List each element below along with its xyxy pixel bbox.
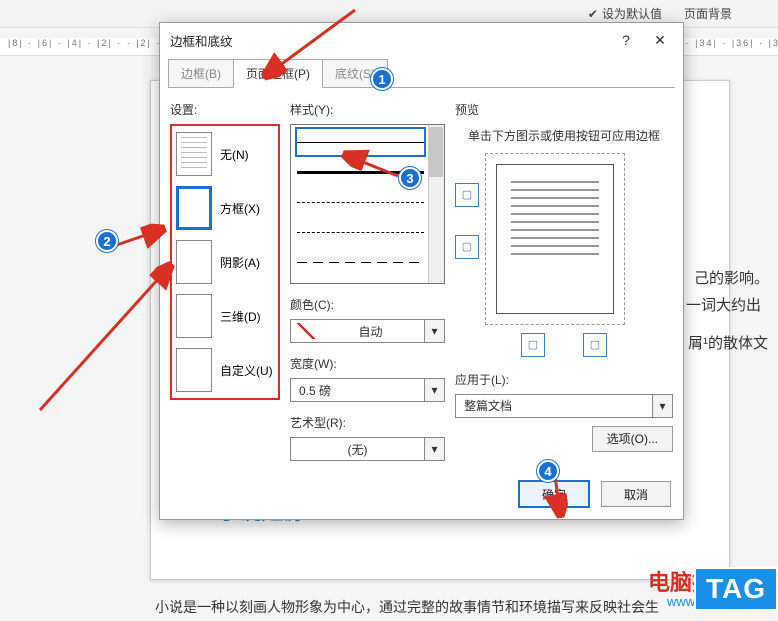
style-listbox[interactable] (290, 124, 445, 284)
apply-to-combo[interactable]: 整篇文档 ▾ (455, 394, 673, 418)
setting-none-thumb (176, 132, 212, 176)
style-label: 样式(Y): (290, 101, 445, 118)
style-option-dashed-fine[interactable] (297, 189, 424, 215)
close-icon: ✕ (654, 32, 666, 49)
ok-button[interactable]: 确定 (519, 481, 589, 507)
preview-bottom-buttons: ▢ ▢ (455, 333, 673, 357)
setting-box[interactable]: 方框(X) (176, 186, 274, 230)
dialog-title: 边框和底纹 (170, 31, 233, 50)
setting-box-thumb (176, 186, 212, 230)
edge-top-button[interactable]: ▢ (455, 183, 479, 207)
setting-none-label: 无(N) (220, 146, 249, 163)
setting-threed-thumb (176, 294, 212, 338)
apply-to-label: 应用于(L): (455, 371, 673, 388)
edge-left-button[interactable]: ▢ (521, 333, 545, 357)
setting-box-label: 方框(X) (220, 200, 260, 217)
preview-side-buttons: ▢ ▢ (455, 153, 479, 325)
setting-shadow-thumb (176, 240, 212, 284)
help-icon: ? (622, 32, 630, 48)
doc-text-fragment: 屑¹的散体文 (688, 330, 768, 359)
style-option-solid[interactable] (297, 129, 424, 155)
settings-list-highlight: 无(N) 方框(X) 阴影(A) 三维(D) 自定义(U) (170, 124, 280, 400)
preview-column: 预览 单击下方图示或使用按钮可应用边框 ▢ ▢ ▢ ▢ 应用于(L): (455, 97, 673, 461)
dialog-titlebar: 边框和底纹 ? ✕ (160, 23, 683, 57)
close-button[interactable]: ✕ (645, 29, 675, 51)
width-value: 0.5 磅 (291, 382, 424, 399)
options-button[interactable]: 选项(O)... (592, 426, 673, 452)
width-combo[interactable]: 0.5 磅 ▾ (290, 378, 445, 402)
setting-shadow-label: 阴影(A) (220, 254, 260, 271)
help-button[interactable]: ? (611, 29, 641, 51)
tag-badge: TAG (694, 567, 778, 611)
annotation-bubble-2: 2 (96, 230, 118, 252)
annotation-bubble-3: 3 (399, 167, 421, 189)
chevron-down-icon: ▾ (424, 438, 444, 460)
borders-shading-dialog: 边框和底纹 ? ✕ 边框(B) 页面边框(P) 底纹(S) 设置: 无(N) 方… (159, 22, 684, 520)
color-value: 自动 (317, 323, 424, 340)
page-background-label: 页面背景 (684, 5, 732, 22)
art-value: (无) (291, 441, 424, 458)
setting-shadow[interactable]: 阴影(A) (176, 240, 274, 284)
set-default-button[interactable]: ✔ 设为默认值 (582, 3, 668, 24)
art-label: 艺术型(R): (290, 414, 445, 431)
style-scrollbar[interactable] (428, 125, 444, 283)
art-combo[interactable]: (无) ▾ (290, 437, 445, 461)
annotation-bubble-4: 4 (537, 460, 559, 482)
chevron-down-icon: ▾ (652, 395, 672, 417)
preview-hint: 单击下方图示或使用按钮可应用边框 (459, 128, 669, 145)
style-column: 样式(Y): 颜色(C): 自动 ▾ 宽度(W): (290, 97, 445, 461)
preview-page-frame[interactable] (485, 153, 625, 325)
chevron-down-icon: ▾ (424, 379, 444, 401)
settings-label: 设置: (170, 101, 280, 118)
doc-text-fragment: 一词大约出 (686, 292, 761, 321)
set-default-label: 设为默认值 (602, 5, 662, 22)
page-background-group: 页面背景 (678, 3, 738, 24)
chevron-down-icon: ▾ (424, 320, 444, 342)
check-icon: ✔ (588, 7, 598, 21)
setting-custom-thumb (176, 348, 212, 392)
setting-custom-label: 自定义(U) (220, 362, 273, 379)
tab-page-border[interactable]: 页面边框(P) (233, 59, 323, 88)
setting-custom[interactable]: 自定义(U) (176, 348, 274, 392)
dialog-footer: 确定 取消 (160, 471, 683, 519)
setting-threed[interactable]: 三维(D) (176, 294, 274, 338)
color-label: 颜色(C): (290, 296, 445, 313)
edge-bottom-button[interactable]: ▢ (455, 235, 479, 259)
style-option-dashed-med[interactable] (297, 219, 424, 245)
settings-column: 设置: 无(N) 方框(X) 阴影(A) 三维(D) (170, 97, 280, 461)
preview-label: 预览 (455, 101, 673, 118)
doc-text-fragment: 己的影响。 (694, 265, 769, 294)
cancel-button[interactable]: 取消 (601, 481, 671, 507)
tab-border[interactable]: 边框(B) (168, 59, 234, 88)
style-option-dashed-long[interactable] (297, 249, 424, 275)
annotation-bubble-1: 1 (371, 68, 393, 90)
apply-to-value: 整篇文档 (456, 397, 652, 414)
color-combo[interactable]: 自动 ▾ (290, 319, 445, 343)
setting-none[interactable]: 无(N) (176, 132, 274, 176)
setting-threed-label: 三维(D) (220, 308, 261, 325)
width-label: 宽度(W): (290, 355, 445, 372)
edge-right-button[interactable]: ▢ (583, 333, 607, 357)
preview-page (496, 164, 614, 314)
doc-text-fragment: 小说是一种以刻画人物形象为中心，通过完整的故事情节和环境描写来反映社会生 (155, 594, 659, 621)
dialog-tabs: 边框(B) 页面边框(P) 底纹(S) (160, 57, 683, 88)
auto-color-swatch (295, 323, 317, 339)
style-option-dashdot[interactable] (297, 279, 424, 284)
